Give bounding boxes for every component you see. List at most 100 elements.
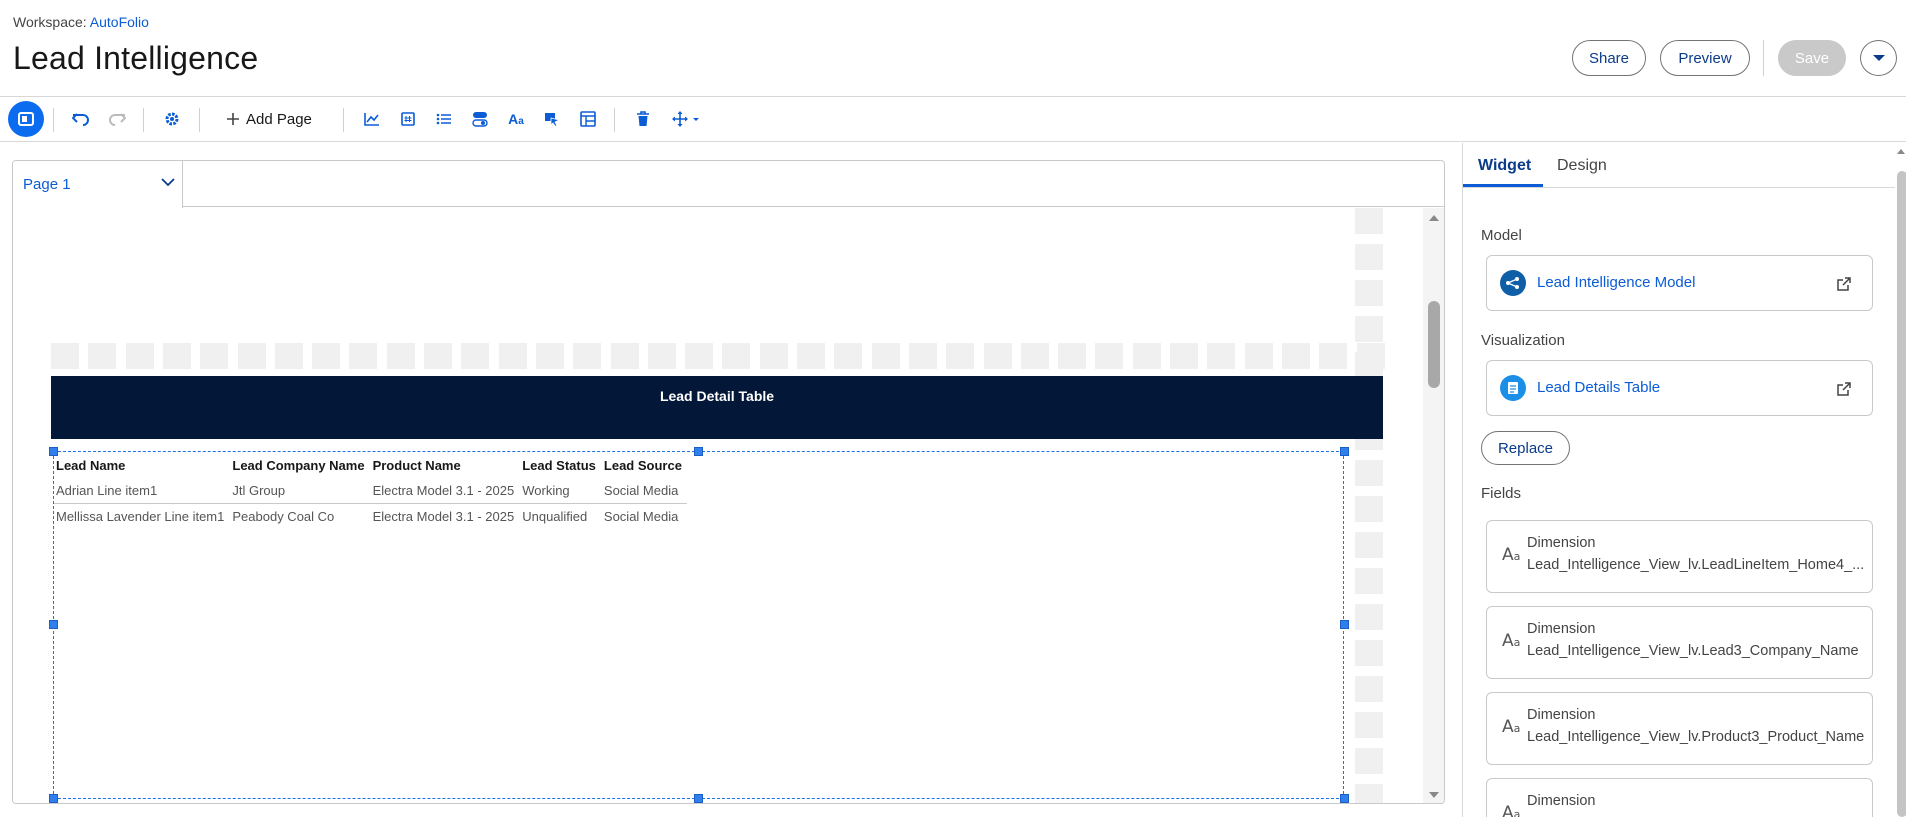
grid-cell — [908, 343, 937, 369]
external-link-icon[interactable] — [1836, 381, 1852, 397]
resize-handle[interactable] — [1340, 620, 1349, 629]
grid-cell — [1355, 352, 1383, 378]
grid-cell — [312, 343, 341, 369]
properties-panel: Widget Design Model Lead Intelligence Mo… — [1462, 143, 1906, 817]
preview-button[interactable]: Preview — [1660, 40, 1750, 76]
grid-cell — [1355, 496, 1383, 522]
field-type: Dimension — [1527, 793, 1596, 809]
canvas-scrollbar[interactable] — [1423, 208, 1444, 803]
grid-cell — [983, 343, 1012, 369]
undo-button[interactable] — [70, 106, 92, 132]
resize-handle[interactable] — [694, 794, 703, 803]
grid-cell — [573, 343, 602, 369]
move-icon — [672, 111, 699, 127]
field-type: Dimension — [1527, 535, 1596, 551]
move-button[interactable] — [670, 106, 702, 132]
panel-tabs: Widget Design — [1463, 143, 1895, 188]
resize-handle[interactable] — [49, 620, 58, 629]
table-icon — [580, 111, 596, 127]
visualization-card[interactable]: Lead Details Table — [1486, 360, 1873, 416]
field-card[interactable]: Aa Dimension Lead_Intelligence_View_lv.L… — [1486, 520, 1873, 593]
resize-handle[interactable] — [49, 794, 58, 803]
add-chart-button[interactable] — [361, 106, 383, 132]
model-card[interactable]: Lead Intelligence Model — [1486, 255, 1873, 311]
tab-widget[interactable]: Widget — [1478, 157, 1531, 175]
model-name[interactable]: Lead Intelligence Model — [1537, 274, 1695, 291]
settings-icon — [165, 112, 179, 126]
page-tab[interactable]: Page 1 — [13, 161, 183, 208]
banner-title: Lead Detail Table — [659, 388, 775, 404]
grid-cell — [1355, 280, 1383, 306]
grid-cell — [610, 343, 639, 369]
toggle-icon — [472, 112, 488, 127]
grid-cell — [647, 343, 676, 369]
model-label: Model — [1481, 227, 1522, 244]
workspace-link[interactable]: AutoFolio — [90, 14, 149, 30]
scroll-down-icon[interactable] — [1428, 791, 1440, 799]
more-actions-button[interactable] — [1860, 40, 1897, 76]
app-header: Workspace: AutoFolio Lead Intelligence S… — [0, 0, 1906, 97]
add-toggle-button[interactable] — [469, 106, 491, 132]
grid-cell — [1355, 244, 1383, 270]
page-tab-bar: Page 1 — [13, 161, 1444, 208]
add-table-button[interactable] — [577, 106, 599, 132]
chart-icon — [364, 113, 379, 126]
page-title: Lead Intelligence — [13, 40, 259, 76]
grid-cell — [1207, 343, 1236, 369]
grid-cell — [349, 343, 378, 369]
builder-toolbar: Add Page Aa — [0, 98, 1906, 142]
add-page-button[interactable]: Add Page — [226, 106, 312, 132]
field-type: Dimension — [1527, 621, 1596, 637]
resize-handle[interactable] — [1340, 794, 1349, 803]
panel-scrollbar-thumb[interactable] — [1897, 171, 1906, 817]
canvas-scrollbar-thumb[interactable] — [1428, 301, 1440, 388]
list-icon — [436, 113, 451, 125]
add-text-button[interactable]: Aa — [505, 106, 527, 132]
undo-icon — [72, 113, 89, 126]
scroll-up-icon[interactable] — [1428, 214, 1440, 222]
grid-cell — [274, 343, 303, 369]
field-card[interactable]: Aa Dimension — [1486, 778, 1873, 817]
text-dimension-icon: Aa — [1502, 631, 1521, 651]
grid-cell — [1319, 343, 1348, 369]
field-card[interactable]: Aa Dimension Lead_Intelligence_View_lv.L… — [1486, 606, 1873, 679]
model-icon — [1500, 270, 1526, 296]
save-button[interactable]: Save — [1778, 40, 1846, 76]
field-card[interactable]: Aa Dimension Lead_Intelligence_View_lv.P… — [1486, 692, 1873, 765]
resize-handle[interactable] — [1340, 447, 1349, 456]
resize-handle[interactable] — [694, 447, 703, 456]
redo-icon — [109, 113, 126, 126]
add-icon — [227, 113, 239, 125]
header-divider — [1763, 40, 1764, 76]
add-number-button[interactable] — [397, 106, 419, 132]
delete-button[interactable] — [632, 106, 654, 132]
text-dimension-icon: Aa — [1502, 717, 1521, 737]
grid-cell — [1095, 343, 1124, 369]
text-icon: Aa — [508, 111, 524, 127]
visualization-name[interactable]: Lead Details Table — [1537, 379, 1660, 396]
widget-selection-frame[interactable] — [53, 451, 1344, 799]
scroll-up-icon[interactable] — [1896, 148, 1906, 155]
replace-button[interactable]: Replace — [1481, 431, 1570, 465]
add-image-button[interactable] — [541, 106, 563, 132]
workspace-label: Workspace: — [13, 14, 87, 30]
external-link-icon[interactable] — [1836, 276, 1852, 292]
grid-cell — [1355, 712, 1383, 738]
add-list-button[interactable] — [433, 106, 455, 132]
tab-design[interactable]: Design — [1557, 157, 1607, 175]
image-icon — [545, 113, 560, 127]
grid-cell — [386, 343, 415, 369]
toolbar-divider — [53, 108, 54, 132]
chevron-down-icon[interactable] — [161, 178, 175, 187]
resize-handle[interactable] — [49, 447, 58, 456]
panel-toggle-button[interactable] — [8, 101, 44, 137]
redo-button[interactable] — [106, 106, 128, 132]
settings-button[interactable] — [161, 106, 183, 132]
share-button[interactable]: Share — [1572, 40, 1646, 76]
grid-cell — [1355, 604, 1383, 630]
grid-cell — [88, 343, 117, 369]
grid-cell — [535, 343, 564, 369]
field-type: Dimension — [1527, 707, 1596, 723]
grid-cell — [797, 343, 825, 369]
field-name: Lead_Intelligence_View_lv.LeadLineItem_H… — [1527, 557, 1865, 573]
